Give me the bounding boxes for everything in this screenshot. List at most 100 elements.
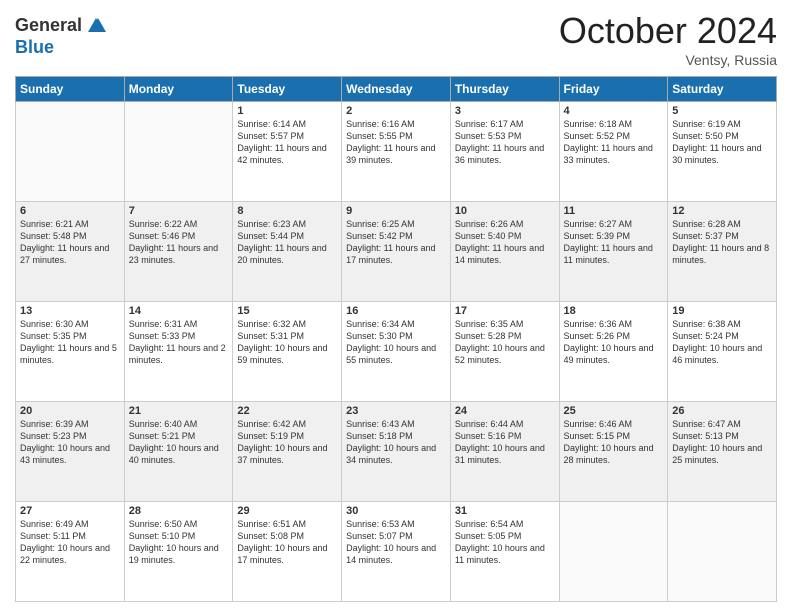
day-number: 6 (20, 205, 120, 217)
table-row: 21Sunrise: 6:40 AMSunset: 5:21 PMDayligh… (124, 402, 233, 502)
table-row: 14Sunrise: 6:31 AMSunset: 5:33 PMDayligh… (124, 302, 233, 402)
col-monday: Monday (124, 77, 233, 102)
table-row: 12Sunrise: 6:28 AMSunset: 5:37 PMDayligh… (668, 202, 777, 302)
day-number: 23 (346, 405, 446, 417)
day-info: Sunrise: 6:49 AMSunset: 5:11 PMDaylight:… (20, 518, 120, 567)
day-number: 10 (455, 205, 555, 217)
day-number: 4 (564, 105, 664, 117)
day-info: Sunrise: 6:54 AMSunset: 5:05 PMDaylight:… (455, 518, 555, 567)
table-row: 24Sunrise: 6:44 AMSunset: 5:16 PMDayligh… (450, 402, 559, 502)
day-info: Sunrise: 6:31 AMSunset: 5:33 PMDaylight:… (129, 318, 229, 367)
table-row (124, 102, 233, 202)
table-row: 1Sunrise: 6:14 AMSunset: 5:57 PMDaylight… (233, 102, 342, 202)
col-wednesday: Wednesday (342, 77, 451, 102)
col-friday: Friday (559, 77, 668, 102)
day-number: 16 (346, 305, 446, 317)
day-number: 9 (346, 205, 446, 217)
table-row: 19Sunrise: 6:38 AMSunset: 5:24 PMDayligh… (668, 302, 777, 402)
table-row: 3Sunrise: 6:17 AMSunset: 5:53 PMDaylight… (450, 102, 559, 202)
day-number: 15 (237, 305, 337, 317)
table-row (16, 102, 125, 202)
day-info: Sunrise: 6:35 AMSunset: 5:28 PMDaylight:… (455, 318, 555, 367)
table-row: 20Sunrise: 6:39 AMSunset: 5:23 PMDayligh… (16, 402, 125, 502)
day-info: Sunrise: 6:14 AMSunset: 5:57 PMDaylight:… (237, 118, 337, 167)
table-row: 10Sunrise: 6:26 AMSunset: 5:40 PMDayligh… (450, 202, 559, 302)
day-number: 24 (455, 405, 555, 417)
table-row (668, 502, 777, 602)
day-number: 18 (564, 305, 664, 317)
title-section: October 2024 Ventsy, Russia (559, 10, 777, 68)
day-number: 31 (455, 505, 555, 517)
calendar-header-row: Sunday Monday Tuesday Wednesday Thursday… (16, 77, 777, 102)
table-row: 5Sunrise: 6:19 AMSunset: 5:50 PMDaylight… (668, 102, 777, 202)
calendar: Sunday Monday Tuesday Wednesday Thursday… (15, 76, 777, 602)
logo: General Blue (15, 14, 108, 58)
day-info: Sunrise: 6:38 AMSunset: 5:24 PMDaylight:… (672, 318, 772, 367)
day-number: 27 (20, 505, 120, 517)
day-info: Sunrise: 6:17 AMSunset: 5:53 PMDaylight:… (455, 118, 555, 167)
table-row: 7Sunrise: 6:22 AMSunset: 5:46 PMDaylight… (124, 202, 233, 302)
table-row: 17Sunrise: 6:35 AMSunset: 5:28 PMDayligh… (450, 302, 559, 402)
day-number: 5 (672, 105, 772, 117)
day-number: 28 (129, 505, 229, 517)
header: General Blue October 2024 Ventsy, Russia (15, 10, 777, 68)
day-info: Sunrise: 6:28 AMSunset: 5:37 PMDaylight:… (672, 218, 772, 267)
day-info: Sunrise: 6:53 AMSunset: 5:07 PMDaylight:… (346, 518, 446, 567)
location: Ventsy, Russia (559, 52, 777, 68)
day-info: Sunrise: 6:32 AMSunset: 5:31 PMDaylight:… (237, 318, 337, 367)
day-info: Sunrise: 6:26 AMSunset: 5:40 PMDaylight:… (455, 218, 555, 267)
day-number: 19 (672, 305, 772, 317)
day-number: 17 (455, 305, 555, 317)
day-number: 1 (237, 105, 337, 117)
table-row: 6Sunrise: 6:21 AMSunset: 5:48 PMDaylight… (16, 202, 125, 302)
calendar-week-row: 13Sunrise: 6:30 AMSunset: 5:35 PMDayligh… (16, 302, 777, 402)
day-number: 29 (237, 505, 337, 517)
page: General Blue October 2024 Ventsy, Russia… (0, 0, 792, 612)
calendar-week-row: 6Sunrise: 6:21 AMSunset: 5:48 PMDaylight… (16, 202, 777, 302)
day-info: Sunrise: 6:39 AMSunset: 5:23 PMDaylight:… (20, 418, 120, 467)
day-number: 2 (346, 105, 446, 117)
calendar-week-row: 1Sunrise: 6:14 AMSunset: 5:57 PMDaylight… (16, 102, 777, 202)
table-row: 22Sunrise: 6:42 AMSunset: 5:19 PMDayligh… (233, 402, 342, 502)
day-info: Sunrise: 6:51 AMSunset: 5:08 PMDaylight:… (237, 518, 337, 567)
day-number: 25 (564, 405, 664, 417)
table-row: 26Sunrise: 6:47 AMSunset: 5:13 PMDayligh… (668, 402, 777, 502)
day-info: Sunrise: 6:18 AMSunset: 5:52 PMDaylight:… (564, 118, 664, 167)
day-info: Sunrise: 6:42 AMSunset: 5:19 PMDaylight:… (237, 418, 337, 467)
col-sunday: Sunday (16, 77, 125, 102)
table-row: 18Sunrise: 6:36 AMSunset: 5:26 PMDayligh… (559, 302, 668, 402)
day-number: 22 (237, 405, 337, 417)
table-row: 15Sunrise: 6:32 AMSunset: 5:31 PMDayligh… (233, 302, 342, 402)
logo-blue-text: Blue (15, 38, 108, 58)
day-number: 8 (237, 205, 337, 217)
day-info: Sunrise: 6:46 AMSunset: 5:15 PMDaylight:… (564, 418, 664, 467)
day-number: 26 (672, 405, 772, 417)
table-row: 11Sunrise: 6:27 AMSunset: 5:39 PMDayligh… (559, 202, 668, 302)
calendar-week-row: 27Sunrise: 6:49 AMSunset: 5:11 PMDayligh… (16, 502, 777, 602)
day-info: Sunrise: 6:23 AMSunset: 5:44 PMDaylight:… (237, 218, 337, 267)
table-row: 13Sunrise: 6:30 AMSunset: 5:35 PMDayligh… (16, 302, 125, 402)
day-info: Sunrise: 6:27 AMSunset: 5:39 PMDaylight:… (564, 218, 664, 267)
table-row: 30Sunrise: 6:53 AMSunset: 5:07 PMDayligh… (342, 502, 451, 602)
day-number: 11 (564, 205, 664, 217)
day-number: 21 (129, 405, 229, 417)
day-info: Sunrise: 6:16 AMSunset: 5:55 PMDaylight:… (346, 118, 446, 167)
table-row: 9Sunrise: 6:25 AMSunset: 5:42 PMDaylight… (342, 202, 451, 302)
day-number: 30 (346, 505, 446, 517)
table-row: 23Sunrise: 6:43 AMSunset: 5:18 PMDayligh… (342, 402, 451, 502)
logo-icon (84, 14, 108, 38)
day-info: Sunrise: 6:47 AMSunset: 5:13 PMDaylight:… (672, 418, 772, 467)
day-info: Sunrise: 6:19 AMSunset: 5:50 PMDaylight:… (672, 118, 772, 167)
day-number: 13 (20, 305, 120, 317)
day-info: Sunrise: 6:40 AMSunset: 5:21 PMDaylight:… (129, 418, 229, 467)
day-number: 12 (672, 205, 772, 217)
day-number: 3 (455, 105, 555, 117)
day-info: Sunrise: 6:43 AMSunset: 5:18 PMDaylight:… (346, 418, 446, 467)
table-row: 25Sunrise: 6:46 AMSunset: 5:15 PMDayligh… (559, 402, 668, 502)
col-tuesday: Tuesday (233, 77, 342, 102)
table-row: 2Sunrise: 6:16 AMSunset: 5:55 PMDaylight… (342, 102, 451, 202)
day-info: Sunrise: 6:50 AMSunset: 5:10 PMDaylight:… (129, 518, 229, 567)
day-number: 14 (129, 305, 229, 317)
calendar-week-row: 20Sunrise: 6:39 AMSunset: 5:23 PMDayligh… (16, 402, 777, 502)
day-info: Sunrise: 6:30 AMSunset: 5:35 PMDaylight:… (20, 318, 120, 367)
